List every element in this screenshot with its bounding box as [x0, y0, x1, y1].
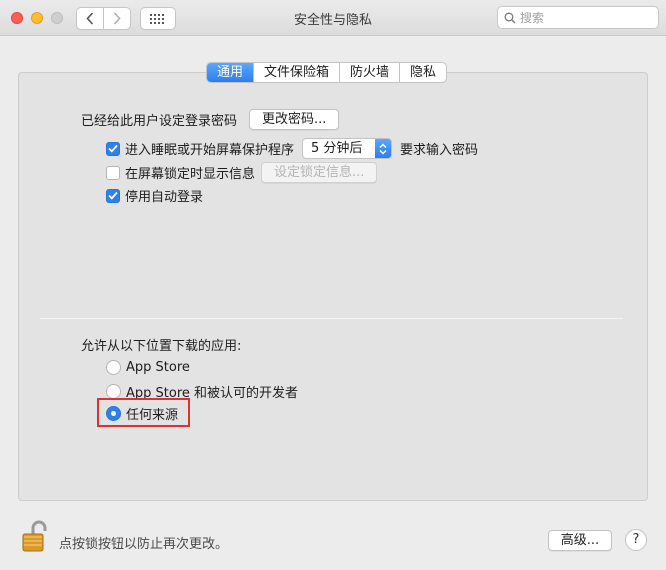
tab-privacy[interactable]: 隐私: [400, 63, 446, 82]
radio-app-store-label: App Store: [126, 360, 190, 375]
disable-autologin-label: 停用自动登录: [125, 190, 204, 205]
downloads-heading-row: 允许从以下位置下载的应用:: [81, 335, 241, 354]
disable-autologin-checkbox[interactable]: [106, 188, 120, 203]
radio-app-store-row: App Store: [106, 360, 190, 375]
change-password-button[interactable]: 更改密码...: [249, 109, 340, 130]
lock-message-label: 在屏幕锁定时显示信息: [125, 167, 256, 182]
tab-firewall[interactable]: 防火墙: [340, 63, 401, 82]
sleep-delay-value: 5 分钟后: [311, 141, 363, 156]
select-arrows-icon: [375, 139, 392, 158]
lock-message-checkbox[interactable]: [106, 165, 120, 180]
unlocked-padlock-icon: [22, 520, 47, 552]
tab-filevault[interactable]: 文件保险箱: [254, 63, 341, 82]
search-icon: [504, 12, 516, 23]
help-button[interactable]: ?: [625, 529, 647, 551]
settings-panel: [18, 72, 648, 501]
search-input[interactable]: [520, 10, 650, 25]
checkmark-icon: [108, 191, 118, 200]
radio-app-store-identified[interactable]: [106, 384, 121, 399]
section-divider: [40, 318, 623, 319]
lock-message-row: 在屏幕锁定时显示信息 设定锁定信息...: [106, 162, 378, 183]
lock-hint-text: 点按锁按钮以防止再次更改。: [59, 537, 229, 552]
tab-general[interactable]: 通用: [207, 63, 255, 82]
set-lock-message-button[interactable]: 设定锁定信息...: [261, 162, 378, 183]
password-label: 已经给此用户设定登录密码: [81, 114, 238, 129]
annotation-highlight-box: [97, 398, 190, 427]
password-row: 已经给此用户设定登录密码 更改密码...: [81, 109, 340, 130]
title-bar: 安全性与隐私: [0, 0, 666, 36]
autologin-row: 停用自动登录: [106, 186, 203, 205]
advanced-button[interactable]: 高级...: [548, 530, 612, 551]
sleep-suffix-label: 要求输入密码: [400, 143, 479, 158]
lock-button[interactable]: [21, 519, 47, 557]
checkmark-icon: [108, 144, 118, 153]
sleep-checkbox[interactable]: [106, 141, 120, 156]
radio-app-store[interactable]: [106, 360, 121, 375]
sleep-row: 进入睡眠或开始屏幕保护程序 5 分钟后 要求输入密码: [106, 138, 478, 159]
downloads-heading: 允许从以下位置下载的应用:: [81, 339, 242, 354]
tab-bar: 通用 文件保险箱 防火墙 隐私: [206, 62, 448, 83]
sleep-delay-select[interactable]: 5 分钟后: [302, 138, 393, 159]
preferences-window: 安全性与隐私 通用 文件保险箱 防火墙 隐私 已经给此用户设定登录密码 更改密码…: [0, 0, 666, 570]
search-field[interactable]: [497, 6, 659, 29]
sleep-checkbox-label: 进入睡眠或开始屏幕保护程序: [125, 143, 295, 158]
